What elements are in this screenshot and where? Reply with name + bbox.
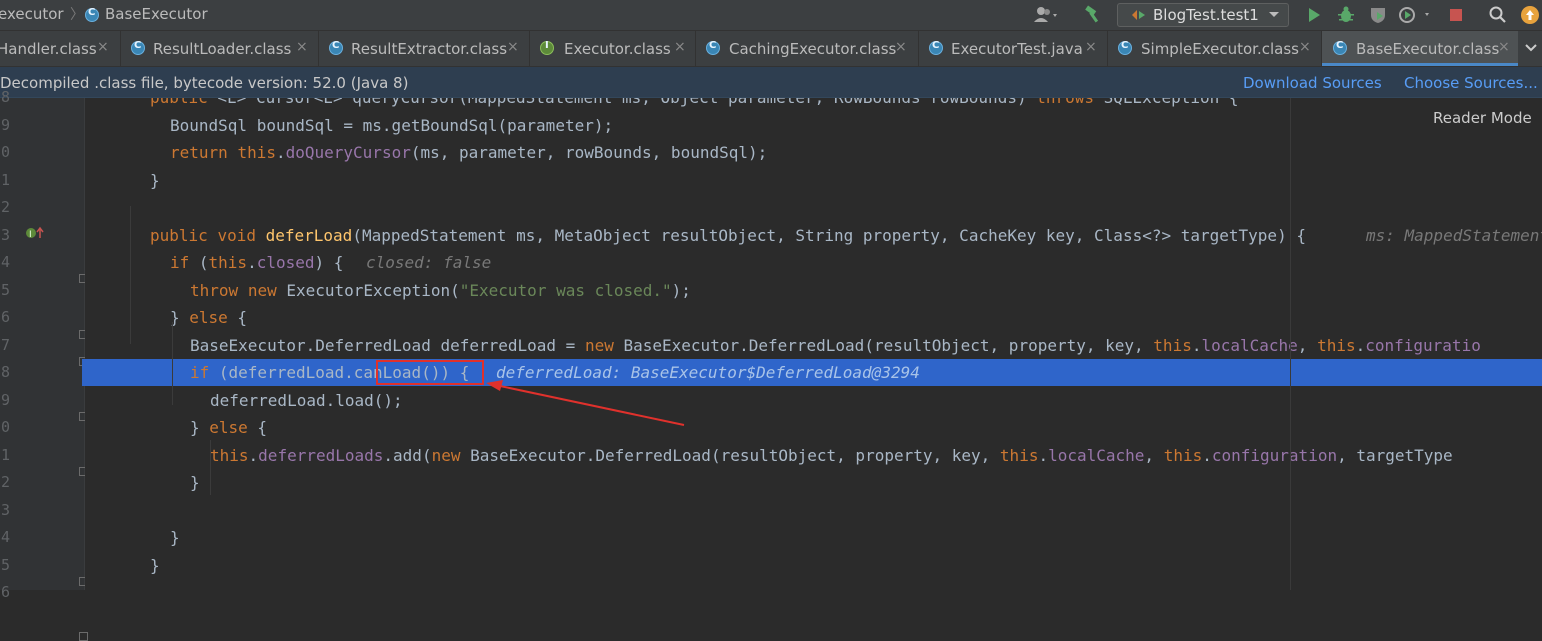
class-icon <box>706 40 720 55</box>
close-icon[interactable]: × <box>507 39 519 55</box>
interface-icon <box>540 40 554 55</box>
breadcrumb-package[interactable]: executor <box>0 5 64 23</box>
close-icon[interactable]: × <box>1498 39 1510 55</box>
decompiled-notice-banner: Decompiled .class file, bytecode version… <box>0 67 1542 98</box>
line-number: 71 <box>0 445 11 464</box>
code-line[interactable]: } <box>85 469 1542 496</box>
navigation-bar: executor 〉 BaseExecutor BlogTest.test1 <box>0 0 1542 31</box>
profiler-icon[interactable] <box>1396 3 1436 27</box>
tab-resultextractor-class[interactable]: ResultExtractor.class × <box>319 31 529 66</box>
line-number: 62 <box>0 198 11 216</box>
line-number: 72 <box>0 473 11 491</box>
tab-executor-class[interactable]: Executor.class × <box>530 31 695 66</box>
code-line[interactable]: this.deferredLoads.add(new BaseExecutor.… <box>85 442 1542 469</box>
inline-debug-value: closed: false <box>366 253 492 272</box>
download-sources-link[interactable]: Download Sources <box>1243 74 1382 92</box>
code-line[interactable] <box>85 497 1542 524</box>
implements-marker-icon[interactable]: I <box>25 226 47 240</box>
code-line[interactable]: BaseExecutor.DeferredLoad deferredLoad =… <box>85 332 1542 359</box>
coverage-icon[interactable] <box>1366 3 1390 27</box>
tab-baseexecutor-class[interactable]: BaseExecutor.class × <box>1322 31 1518 66</box>
chevron-down-icon <box>1269 12 1279 17</box>
indent-guide <box>130 206 131 344</box>
line-number: 68 <box>0 363 11 381</box>
tab-executortest-java[interactable]: ExecutorTest.java × <box>919 31 1107 66</box>
code-editor[interactable]: public <E> Cursor<E> queryCursor(MappedS… <box>85 98 1542 590</box>
line-number: 73 <box>0 500 11 519</box>
tab-handler-class[interactable]: Handler.class × <box>0 31 120 66</box>
line-number: 74 <box>0 528 11 546</box>
class-icon <box>131 40 145 55</box>
line-number: 75 <box>0 555 11 574</box>
code-line[interactable] <box>85 579 1542 590</box>
line-number: 60 <box>0 143 11 161</box>
line-number: 61 <box>0 170 11 189</box>
run-configuration-label: BlogTest.test1 <box>1153 6 1259 24</box>
editor-tab-bar: Handler.class × ResultLoader.class × Res… <box>0 31 1542 67</box>
debug-icon[interactable] <box>1334 3 1358 27</box>
class-icon <box>329 40 343 55</box>
breadcrumb-class[interactable]: BaseExecutor <box>105 5 208 23</box>
line-number: 65 <box>0 280 11 299</box>
run-icon[interactable] <box>1302 3 1326 27</box>
code-line[interactable]: BoundSql boundSql = ms.getBoundSql(param… <box>85 112 1542 139</box>
code-line[interactable]: } else { <box>85 414 1542 441</box>
code-line[interactable] <box>85 194 1542 221</box>
inline-debug-value: ms: MappedStatement <box>1366 225 1542 245</box>
class-icon <box>1333 40 1347 55</box>
decompiled-notice-text: Decompiled .class file, bytecode version… <box>0 74 409 92</box>
choose-sources-link[interactable]: Choose Sources... <box>1404 74 1538 92</box>
class-icon <box>85 7 99 22</box>
tab-cachingexecutor-class[interactable]: CachingExecutor.class × <box>696 31 918 66</box>
line-number: 67 <box>0 335 11 354</box>
run-configuration-dropdown[interactable]: BlogTest.test1 <box>1117 3 1289 27</box>
code-line[interactable]: } <box>85 552 1542 579</box>
line-number: 58 <box>0 88 11 106</box>
indent-guide <box>172 322 173 405</box>
close-icon[interactable]: × <box>97 39 109 55</box>
close-icon[interactable]: × <box>1299 39 1311 55</box>
tab-simpleexecutor-class[interactable]: SimpleExecutor.class × <box>1108 31 1321 66</box>
line-number: 76 <box>0 583 11 601</box>
line-number: 63 <box>0 225 11 244</box>
annotation-highlight-box <box>376 360 484 385</box>
breadcrumb-separator-icon: 〉 <box>70 7 84 23</box>
line-number: 66 <box>0 308 11 326</box>
code-line[interactable]: deferredLoad.load(); <box>85 387 1542 414</box>
line-number: 70 <box>0 418 11 436</box>
close-icon[interactable]: × <box>296 39 308 55</box>
build-hammer-icon[interactable] <box>1081 3 1105 27</box>
current-execution-line[interactable]: if (deferredLoad.canLoad()) {deferredLoa… <box>85 359 1542 386</box>
line-number-gutter[interactable]: 58 59 60 61 62 63 64 65 66 67 68 69 70 71 72 73 74 75 76 I <box>0 88 88 641</box>
close-icon[interactable]: × <box>895 39 907 55</box>
line-number: 69 <box>0 390 11 409</box>
tab-resultloader-class[interactable]: ResultLoader.class × <box>121 31 318 66</box>
svg-text:I: I <box>29 230 32 240</box>
indent-guide <box>210 440 211 495</box>
close-icon[interactable]: × <box>1085 39 1097 55</box>
code-line[interactable]: public <E> Cursor<E> queryCursor(MappedS… <box>85 98 1542 111</box>
java-test-class-icon <box>929 40 943 55</box>
code-line[interactable]: public void deferLoad(MappedStatement ms… <box>85 222 1542 249</box>
update-icon[interactable] <box>1518 3 1542 27</box>
close-icon[interactable]: × <box>674 39 686 55</box>
user-icon[interactable] <box>1030 3 1064 27</box>
class-icon <box>1118 40 1132 55</box>
code-line[interactable]: } <box>85 167 1542 194</box>
code-line[interactable]: if (this.closed) {closed: false <box>85 249 1542 276</box>
code-line[interactable]: return this.doQueryCursor(ms, parameter,… <box>85 139 1542 166</box>
search-icon[interactable] <box>1486 3 1510 27</box>
tab-overflow-chevron-icon[interactable] <box>1524 40 1538 59</box>
line-number: 64 <box>0 253 11 271</box>
right-margin-guide <box>1290 98 1291 590</box>
inline-debug-value: deferredLoad: BaseExecutor$DeferredLoad@… <box>496 363 920 382</box>
fold-marker-icon[interactable] <box>79 632 88 641</box>
reader-mode-toggle[interactable]: Reader Mode <box>1433 109 1532 127</box>
line-number: 59 <box>0 115 11 134</box>
code-line[interactable]: } else { <box>85 304 1542 331</box>
code-line[interactable]: } <box>85 524 1542 551</box>
test-config-icon <box>1132 10 1145 20</box>
stop-icon[interactable] <box>1444 3 1468 27</box>
code-line[interactable]: throw new ExecutorException("Executor wa… <box>85 277 1542 304</box>
